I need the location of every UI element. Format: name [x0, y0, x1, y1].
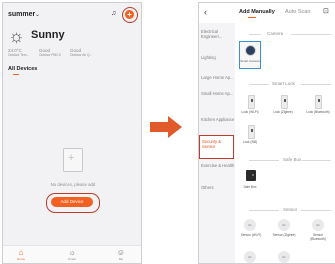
lock-wifi-label[interactable]: Lock (Wi-Fi): [239, 110, 261, 114]
bottom-nav: ⌂ Home ☼ Smart ☺ Me: [3, 245, 141, 263]
weather-stat-0: 24.0°C Outdoor Tem...: [8, 48, 30, 57]
section-smart-lock-title: Smart Lock: [272, 81, 295, 86]
sensor-more-icon: 3in: [244, 251, 256, 263]
tab-underline: [248, 17, 256, 18]
add-button[interactable]: +: [125, 10, 134, 19]
home-icon: ⌂: [18, 248, 24, 257]
category-large-home[interactable]: Large Home Ap...: [199, 75, 235, 80]
add-device-screen: ‹ Add Manually Auto Scan ⊡ Electrical En…: [198, 2, 335, 264]
lock-nb-icon: [248, 125, 255, 139]
smart-icon: ☼: [68, 248, 76, 257]
sensor-bluetooth-label[interactable]: Sensor (Bluetooth): [305, 233, 331, 241]
category-others[interactable]: Others: [199, 185, 235, 190]
category-exercise-health[interactable]: Exercise & Health: [199, 163, 235, 168]
weather-stat-1: Good Outdoor PM2.5: [39, 48, 61, 57]
home-screen: summer ⌄ ♫ + ☼ Sunny 24.0°C Outdoor Tem.…: [2, 2, 142, 264]
sensor-wifi-label[interactable]: Sensor (Wi-Fi): [239, 233, 263, 237]
lock-zigbee-icon: [281, 95, 288, 109]
lock-bluetooth-label[interactable]: Lock (Bluetooth): [306, 110, 330, 114]
tab-underline: [13, 74, 19, 75]
back-icon[interactable]: ‹: [204, 7, 207, 17]
sensor-zigbee-label[interactable]: Sensor (Zigbee): [272, 233, 296, 237]
add-device-button[interactable]: Add Device: [51, 197, 93, 207]
lock-bluetooth-icon: [315, 95, 322, 109]
sensor-more-icon: 3in: [278, 251, 290, 263]
category-small-home[interactable]: Small Home Ap...: [199, 91, 235, 96]
home-name[interactable]: summer: [8, 11, 35, 18]
nav-smart[interactable]: ☼ Smart: [62, 248, 82, 261]
smart-camera-item[interactable]: Smart Camera: [239, 41, 261, 69]
empty-text: No devices, please add: [50, 182, 96, 187]
empty-document-icon: +: [63, 148, 83, 172]
section-safe-box-title: Safe Box: [283, 157, 302, 162]
category-electrical[interactable]: Electrical Engineeri...: [199, 29, 235, 39]
voice-icon[interactable]: ♫: [111, 10, 116, 17]
category-security-sensor[interactable]: Security & Sensor: [199, 135, 234, 159]
section-camera-title: Camera: [267, 31, 284, 36]
lock-nb-label[interactable]: Lock (NB): [239, 140, 261, 144]
sensor-bluetooth-icon: 3in: [312, 219, 324, 231]
category-kitchen[interactable]: Kitchen Appliance: [199, 117, 235, 122]
sun-icon: ☼: [8, 26, 25, 46]
weather-condition: Sunny: [31, 29, 65, 41]
lock-zigbee-label[interactable]: Lock (Zigbee): [272, 110, 294, 114]
tab-auto-scan[interactable]: Auto Scan: [285, 9, 310, 15]
camera-icon: [245, 45, 256, 56]
safe-box-label[interactable]: Safe Box: [239, 185, 261, 189]
sensor-wifi-icon: 3in: [244, 219, 256, 231]
all-devices-title[interactable]: All Devices: [8, 66, 37, 72]
nav-home[interactable]: ⌂ Home: [11, 248, 31, 261]
right-arrow: [150, 116, 182, 138]
sensor-zigbee-icon: 3in: [278, 219, 290, 231]
lock-wifi-icon: [248, 95, 255, 109]
tab-add-manually[interactable]: Add Manually: [239, 9, 275, 15]
nav-me[interactable]: ☺ Me: [111, 248, 131, 261]
weather-stat-2: Good Outdoor Air Q...: [70, 48, 93, 57]
category-lighting[interactable]: Lighting: [199, 55, 235, 60]
chevron-down-icon[interactable]: ⌄: [35, 11, 40, 18]
scan-icon[interactable]: ⊡: [323, 7, 329, 15]
me-icon: ☺: [116, 248, 126, 257]
safe-box-icon: [246, 170, 256, 181]
section-sensor-title: Sensor: [283, 207, 298, 212]
